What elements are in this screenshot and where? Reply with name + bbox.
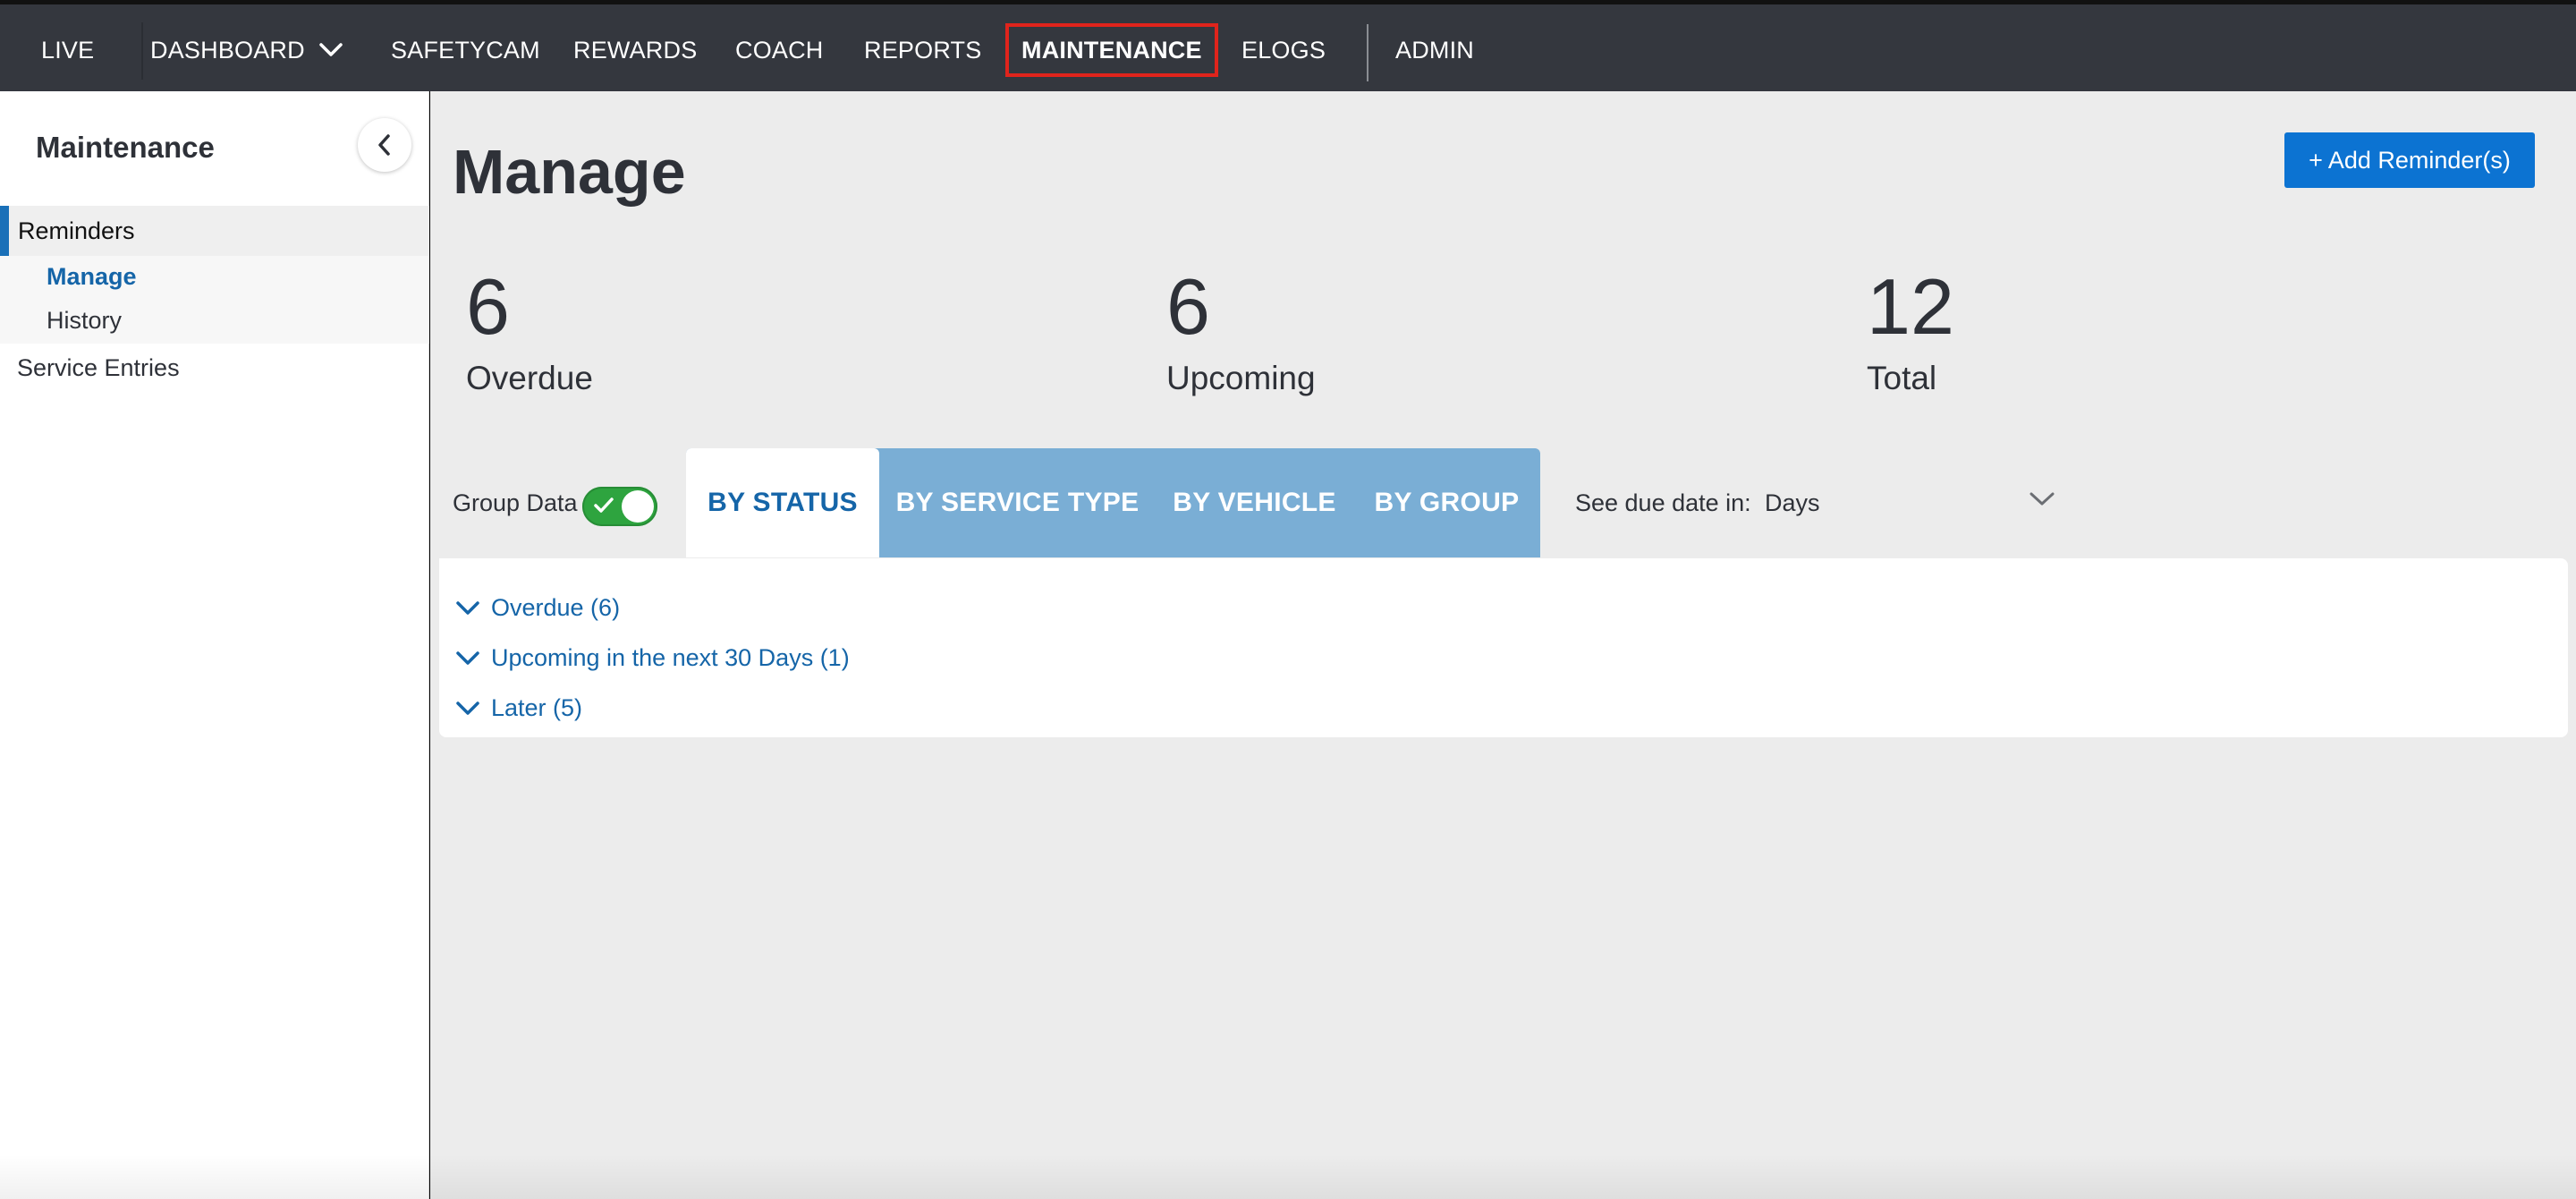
collapse-sidebar-button[interactable] <box>358 118 411 172</box>
chevron-down-icon[interactable] <box>2029 490 2055 508</box>
accordion-later-label: Later (5) <box>491 694 583 721</box>
stat-overdue-value: 6 <box>466 262 510 351</box>
main-content: Manage + Add Reminder(s) 6 Overdue 6 Upc… <box>430 91 2576 1199</box>
stat-total-label: Total <box>1867 360 1937 396</box>
tab-by-vehicle[interactable]: BY VEHICLE <box>1156 448 1353 557</box>
tab-by-group[interactable]: BY GROUP <box>1353 448 1540 557</box>
add-reminder-button[interactable]: + Add Reminder(s) <box>2284 132 2535 188</box>
chevron-left-icon <box>378 134 390 156</box>
sidebar-item-service-entries[interactable]: Service Entries <box>17 354 180 382</box>
sidebar: Maintenance Reminders Manage History Ser… <box>0 91 429 1199</box>
chevron-down-icon <box>456 701 479 715</box>
chevron-down-icon <box>319 43 343 56</box>
stat-overdue-label: Overdue <box>466 360 593 396</box>
group-data-toggle[interactable] <box>582 487 657 526</box>
nav-dashboard[interactable]: DASHBOARD <box>150 9 344 91</box>
sidebar-item-reminders[interactable]: Reminders <box>0 206 429 256</box>
chevron-down-icon <box>456 651 479 665</box>
tab-by-service-type[interactable]: BY SERVICE TYPE <box>879 448 1156 557</box>
tab-by-status[interactable]: BY STATUS <box>686 448 879 557</box>
stat-upcoming-label: Upcoming <box>1166 360 1316 396</box>
check-icon <box>594 497 614 513</box>
chevron-down-icon <box>456 600 479 615</box>
accordion-overdue-label: Overdue (6) <box>491 594 621 621</box>
accordion-later[interactable]: Later (5) <box>455 694 582 722</box>
nav-coach[interactable]: COACH <box>735 9 824 91</box>
accordion-upcoming[interactable]: Upcoming in the next 30 Days (1) <box>455 644 850 672</box>
nav-maintenance[interactable]: MAINTENANCE <box>1005 23 1218 77</box>
accordion-overdue[interactable]: Overdue (6) <box>455 594 620 622</box>
due-date-label: See due date in: <box>1575 489 1751 516</box>
nav-rewards[interactable]: REWARDS <box>573 9 697 91</box>
stat-upcoming-value: 6 <box>1166 262 1210 351</box>
status-groups-panel: Overdue (6) Upcoming in the next 30 Days… <box>439 558 2568 737</box>
due-date-select[interactable]: Days <box>1765 489 1820 517</box>
top-nav-bar: LIVE DASHBOARD SAFETYCAM REWARDS COACH R… <box>0 0 2576 91</box>
toggle-knob <box>622 490 654 523</box>
nav-elogs[interactable]: ELOGS <box>1241 9 1326 91</box>
group-data-label: Group Data <box>453 489 578 516</box>
nav-dashboard-label: DASHBOARD <box>150 36 305 64</box>
page-title: Manage <box>453 137 686 207</box>
stat-total-value: 12 <box>1867 262 1954 351</box>
nav-reports[interactable]: REPORTS <box>864 9 981 91</box>
sidebar-item-manage[interactable]: Manage <box>47 263 137 291</box>
nav-live[interactable]: LIVE <box>41 9 94 91</box>
nav-divider <box>1367 24 1368 81</box>
sidebar-title: Maintenance <box>36 131 215 164</box>
nav-safetycam[interactable]: SAFETYCAM <box>391 9 540 91</box>
accordion-upcoming-label: Upcoming in the next 30 Days (1) <box>491 644 850 671</box>
nav-admin[interactable]: ADMIN <box>1395 9 1474 91</box>
nav-divider <box>141 22 143 80</box>
sidebar-item-history[interactable]: History <box>47 307 122 335</box>
